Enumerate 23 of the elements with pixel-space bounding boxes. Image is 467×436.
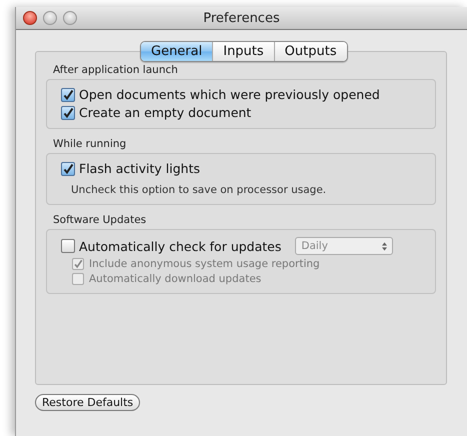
checkbox[interactable] [61, 88, 75, 102]
section-title: While running [52, 138, 128, 152]
tab[interactable]: General [141, 42, 212, 61]
restore-defaults-button[interactable]: Restore Defaults [35, 394, 140, 411]
section-title: Software Updates [52, 214, 148, 228]
checkbox-label: Create an empty document [79, 105, 252, 120]
checkbox-label: Open documents which were previously opened [79, 87, 380, 102]
tab[interactable]: Outputs [274, 42, 347, 61]
window-title: Preferences [203, 10, 280, 26]
section-title: After application launch [52, 64, 179, 78]
stepper-arrows-icon [382, 242, 388, 250]
close-button[interactable] [23, 11, 37, 25]
zoom-button[interactable] [63, 11, 77, 25]
checkbox-label: Automatically check for updates [79, 238, 282, 254]
checkbox-label: Flash activity lights [79, 161, 200, 176]
checkbox-label: Automatically download updates [89, 273, 262, 285]
minimize-button[interactable] [43, 11, 57, 25]
help-text: Uncheck this option to save on processor usage. [70, 183, 328, 196]
tab[interactable]: Inputs [212, 42, 274, 61]
checkbox[interactable] [61, 239, 75, 253]
checkbox[interactable] [61, 106, 75, 120]
checkbox-label: Include anonymous system usage reporting [89, 258, 320, 270]
checkbox[interactable] [61, 162, 75, 176]
